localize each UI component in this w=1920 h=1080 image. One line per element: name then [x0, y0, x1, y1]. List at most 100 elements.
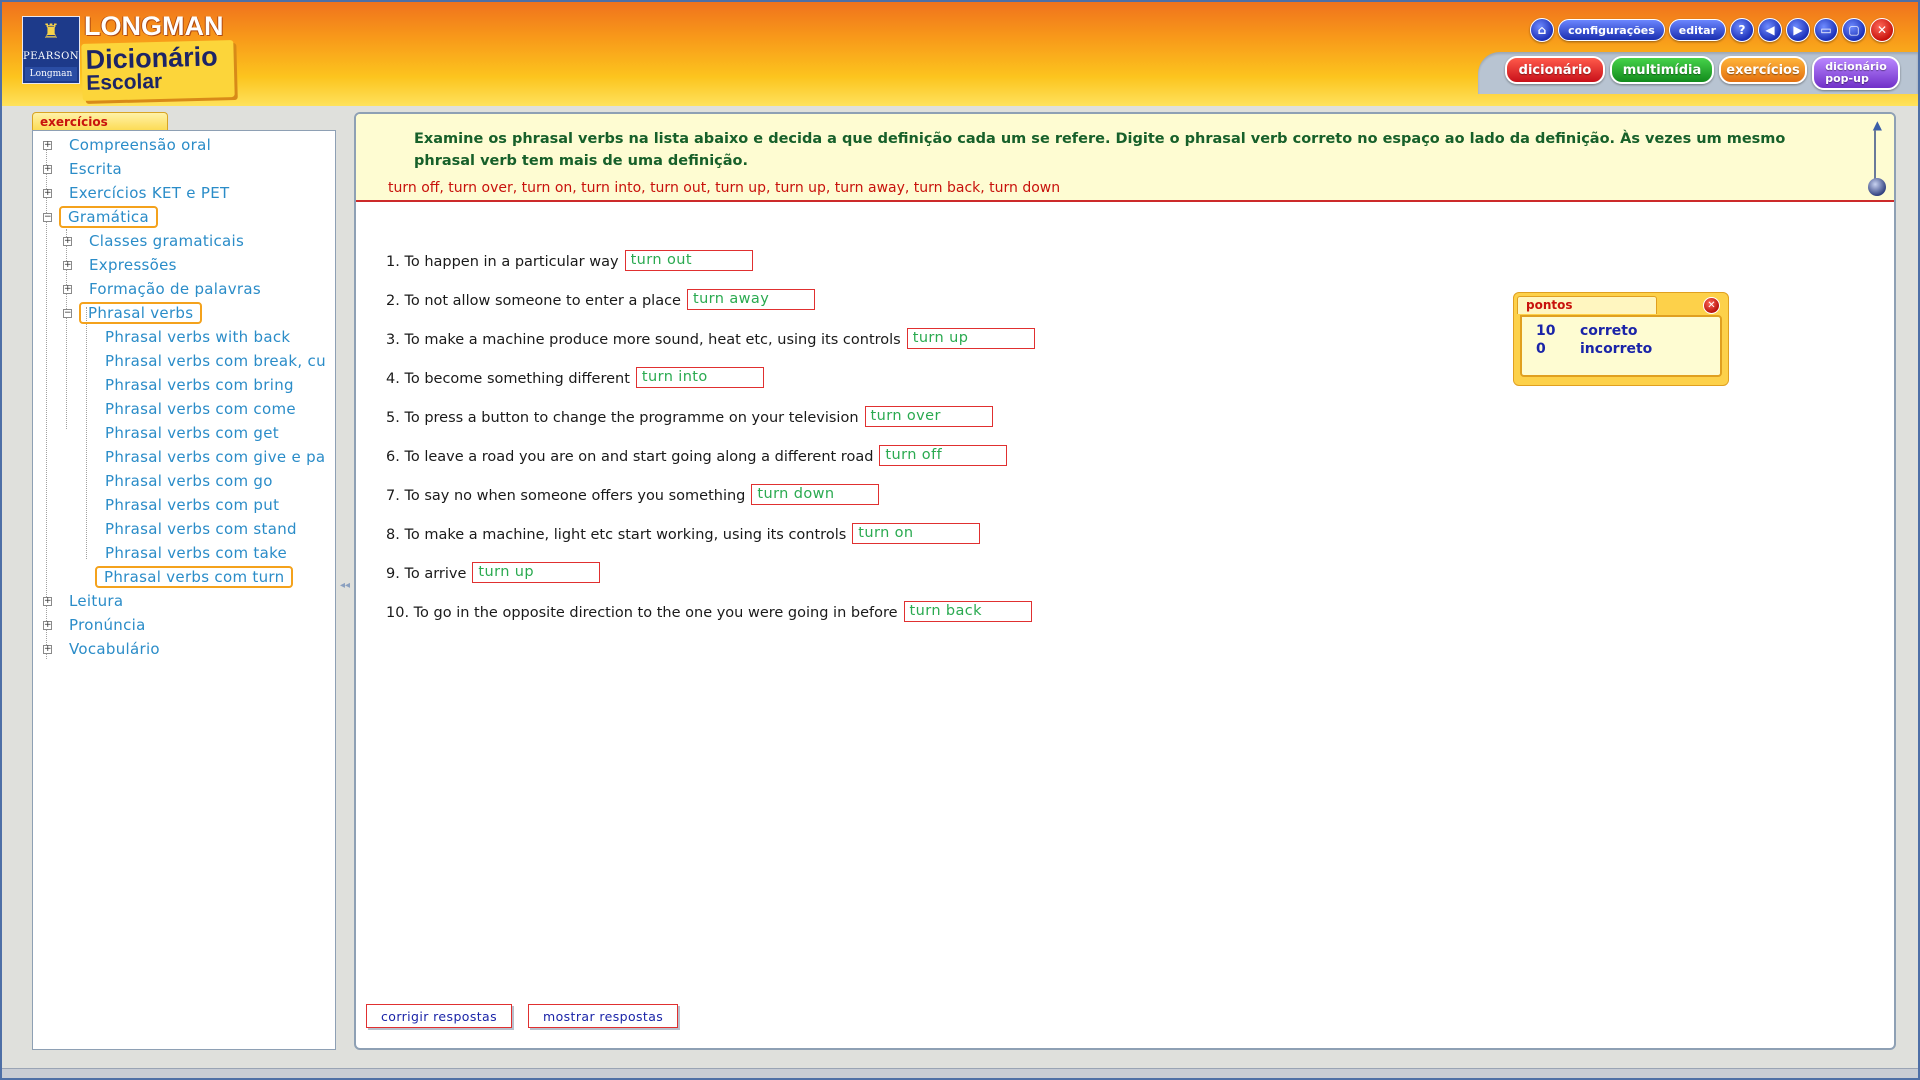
tree-item[interactable]: + Pronúncia — [43, 613, 146, 637]
answer-input[interactable]: turn on — [852, 523, 981, 544]
question-row: 7. To say no when someone offers you som… — [386, 484, 1035, 523]
help-icon[interactable]: ? — [1730, 18, 1754, 42]
tree-leaf[interactable]: Phrasal verbs com get — [89, 421, 279, 445]
tree-item[interactable]: + Escrita — [43, 157, 122, 181]
score-title: pontos — [1517, 296, 1657, 314]
show-answers-button[interactable]: mostrar respostas — [528, 1004, 679, 1028]
scroll-track[interactable] — [1874, 130, 1876, 182]
tree-item-label: Expressões — [89, 256, 177, 274]
close-icon[interactable]: ✕ — [1870, 18, 1894, 42]
close-score-icon[interactable]: ✕ — [1703, 297, 1720, 314]
tree-item-label: Phrasal verbs com go — [105, 472, 273, 490]
back-icon[interactable]: ◀ — [1758, 18, 1782, 42]
answer-input[interactable]: turn up — [906, 328, 1035, 349]
tree-leaf[interactable]: Phrasal verbs com give e pa — [89, 445, 325, 469]
question-row: 5. To press a button to change the progr… — [386, 406, 1035, 445]
tree-item[interactable]: + Formação de palavras — [63, 277, 261, 301]
brand-card: Dicionário Escolar — [81, 40, 235, 101]
expand-icon[interactable]: + — [43, 141, 52, 150]
tree-item-label: Classes gramaticais — [89, 232, 245, 250]
question-text: 7. To say no when someone offers you som… — [386, 488, 746, 504]
tree-leaf[interactable]: Phrasal verbs com break, cu — [89, 349, 326, 373]
bottom-strip — [2, 1068, 1918, 1078]
tree-guide — [86, 307, 87, 559]
tree-leaf[interactable]: Phrasal verbs com go — [89, 469, 273, 493]
tree-item[interactable]: + Expressões — [63, 253, 177, 277]
question-text: 4. To become something different — [386, 371, 630, 387]
tree-item[interactable]: + Classes gramaticais — [63, 229, 244, 253]
sidebar-tab[interactable]: exercícios — [32, 112, 168, 132]
collapse-sidebar-icon[interactable]: ◂◂ — [340, 580, 350, 591]
expand-icon[interactable]: + — [63, 237, 72, 246]
question-text: 3. To make a machine produce more sound,… — [386, 332, 901, 348]
expand-icon[interactable]: + — [43, 621, 52, 630]
question-text: 6. To leave a road you are on and start … — [386, 449, 874, 465]
expand-icon[interactable]: + — [43, 597, 52, 606]
expand-icon[interactable]: + — [63, 285, 72, 294]
scroll-knob[interactable] — [1868, 178, 1886, 196]
collapse-icon[interactable]: − — [63, 309, 72, 318]
tree-item-label: Pronúncia — [69, 616, 146, 634]
word-list: turn off, turn over, turn on, turn into,… — [388, 180, 1061, 196]
answer-input[interactable]: turn into — [635, 367, 764, 388]
question-text: 10. To go in the opposite direction to t… — [386, 605, 898, 621]
tree-item[interactable]: + Leitura — [43, 589, 123, 613]
tree-item-grammar[interactable]: − Gramática — [43, 205, 158, 229]
tree-leaf-selected[interactable]: Phrasal verbs com turn — [89, 565, 294, 589]
question-text: 2. To not allow someone to enter a place — [386, 293, 681, 309]
check-answers-button[interactable]: corrigir respostas — [366, 1004, 513, 1028]
answer-input[interactable]: turn back — [903, 601, 1032, 622]
tree-leaf[interactable]: Phrasal verbs com come — [89, 397, 296, 421]
question-text: 8. To make a machine, light etc start wo… — [386, 527, 847, 543]
tree-leaf[interactable]: Phrasal verbs com stand — [89, 517, 297, 541]
tab-multimedia[interactable]: multimídia — [1610, 56, 1714, 84]
expand-icon[interactable]: + — [63, 261, 72, 270]
expand-icon[interactable]: + — [43, 165, 52, 174]
tree-item-label: Formação de palavras — [89, 280, 262, 298]
expand-icon[interactable]: + — [43, 189, 52, 198]
tree-leaf[interactable]: Phrasal verbs with back — [89, 325, 290, 349]
tree-item-phrasal-verbs[interactable]: − Phrasal verbs — [63, 301, 203, 325]
answer-input[interactable]: turn over — [864, 406, 993, 427]
answer-input[interactable]: turn away — [686, 289, 815, 310]
question-row: 1. To happen in a particular way turn ou… — [386, 250, 1035, 289]
maximize-icon[interactable]: ▢ — [1842, 18, 1866, 42]
question-row: 10. To go in the opposite direction to t… — [386, 601, 1035, 640]
expand-icon[interactable]: + — [43, 645, 52, 654]
answer-input[interactable]: turn down — [751, 484, 880, 505]
answer-input[interactable]: turn up — [472, 562, 601, 583]
score-correct: 10 correto — [1536, 323, 1638, 339]
tab-dictionary[interactable]: dicionário — [1505, 56, 1605, 84]
score-panel: 10 correto 0 incorreto — [1520, 315, 1722, 377]
tree-item-label: Phrasal verbs — [79, 302, 203, 324]
question-list: 1. To happen in a particular way turn ou… — [386, 250, 1035, 640]
tree-item-label: Gramática — [59, 206, 158, 228]
exercise-panel: Examine os phrasal verbs na lista abaixo… — [354, 112, 1896, 1050]
tab-exercises[interactable]: exercícios — [1719, 56, 1807, 84]
tree-leaf[interactable]: Phrasal verbs com put — [89, 493, 279, 517]
tree-item[interactable]: + Compreensão oral — [43, 133, 211, 157]
tree-leaf[interactable]: Phrasal verbs com bring — [89, 373, 294, 397]
answer-input[interactable]: turn out — [624, 250, 753, 271]
edit-button[interactable]: editar — [1668, 19, 1726, 41]
tree-leaf[interactable]: Phrasal verbs com take — [89, 541, 287, 565]
tree-item[interactable]: + Exercícios KET e PET — [43, 181, 229, 205]
collapse-icon[interactable]: − — [43, 213, 52, 222]
incorrect-count: 0 — [1536, 341, 1546, 357]
settings-button[interactable]: configurações — [1558, 19, 1665, 41]
score-incorrect: 0 incorreto — [1536, 341, 1652, 357]
question-row: 3. To make a machine produce more sound,… — [386, 328, 1035, 367]
home-icon[interactable]: ⌂ — [1530, 18, 1555, 42]
question-row: 2. To not allow someone to enter a place… — [386, 289, 1035, 328]
instruction-box: Examine os phrasal verbs na lista abaixo… — [356, 114, 1894, 202]
tree-item[interactable]: + Vocabulário — [43, 637, 160, 661]
question-row: 4. To become something different turn in… — [386, 367, 1035, 406]
tree-item-label: Phrasal verbs with back — [105, 328, 291, 346]
top-controls: ⌂ configurações editar ? ◀ ▶ ▭ ▢ ✕ — [1530, 18, 1894, 42]
answer-input[interactable]: turn off — [879, 445, 1008, 466]
forward-icon[interactable]: ▶ — [1786, 18, 1810, 42]
tab-popup-line2: pop-up — [1825, 72, 1869, 85]
minimize-icon[interactable]: ▭ — [1814, 18, 1838, 42]
question-text: 9. To arrive — [386, 566, 467, 582]
tab-popup-dictionary[interactable]: dicionário pop-up — [1812, 56, 1900, 90]
